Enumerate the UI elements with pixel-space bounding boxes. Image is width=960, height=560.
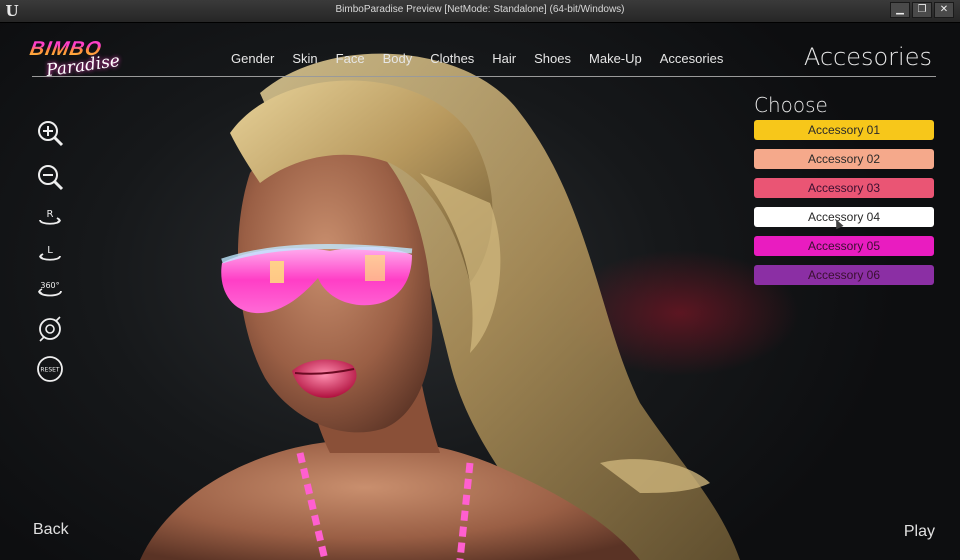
zoom-out-icon: [38, 165, 64, 191]
rotate-right-icon: R: [39, 209, 61, 225]
rotate-right-button[interactable]: R: [36, 203, 64, 231]
maximize-button[interactable]: ❐: [912, 2, 932, 18]
nav-item-accesories[interactable]: Accesories: [651, 51, 733, 66]
nav-item-skin[interactable]: Skin: [283, 51, 326, 66]
nav-item-face[interactable]: Face: [327, 51, 374, 66]
reset-button[interactable]: RESET: [36, 355, 64, 383]
camera-icon: [39, 316, 61, 342]
screenshot-button[interactable]: [36, 315, 64, 343]
nav-item-body[interactable]: Body: [374, 51, 422, 66]
rotate-360-glyph: 360°: [40, 281, 59, 290]
zoom-in-button[interactable]: [36, 119, 64, 147]
rotate-360-button[interactable]: 360°: [36, 275, 64, 303]
reset-glyph: RESET: [40, 367, 60, 374]
play-button[interactable]: Play: [904, 523, 935, 541]
game-logo: BIMBO Paradise: [28, 38, 140, 81]
accessory-06-button[interactable]: Accessory 06: [754, 265, 934, 285]
rotate-360-icon: 360°: [38, 281, 62, 297]
accessory-05-button[interactable]: Accessory 05: [754, 236, 934, 256]
choose-label: Choose: [754, 93, 828, 117]
rotate-left-glyph: L: [47, 245, 53, 256]
nav-item-shoes[interactable]: Shoes: [525, 51, 580, 66]
accessory-04-button[interactable]: Accessory 04: [754, 207, 934, 227]
category-nav: Gender Skin Face Body Clothes Hair Shoes…: [222, 51, 732, 66]
window-controls: ▁ ❐ ✕: [890, 2, 954, 18]
nav-item-clothes[interactable]: Clothes: [421, 51, 483, 66]
accessory-01-button[interactable]: Accessory 01: [754, 120, 934, 140]
accessory-02-button[interactable]: Accessory 02: [754, 149, 934, 169]
rotate-left-button[interactable]: L: [36, 239, 64, 267]
back-button[interactable]: Back: [33, 521, 69, 539]
nav-item-gender[interactable]: Gender: [222, 51, 283, 66]
nav-item-makeup[interactable]: Make-Up: [580, 51, 651, 66]
game-viewport: BIMBO Paradise Gender Skin Face Body Clo…: [0, 23, 960, 560]
window-titlebar: U BimboParadise Preview [NetMode: Standa…: [0, 0, 960, 23]
rotate-right-glyph: R: [47, 209, 54, 220]
window-title: BimboParadise Preview [NetMode: Standalo…: [335, 4, 625, 15]
page-title: Accesories: [803, 43, 932, 71]
reset-icon: RESET: [37, 356, 63, 382]
zoom-in-icon: [38, 121, 64, 147]
close-button[interactable]: ✕: [934, 2, 954, 18]
zoom-out-button[interactable]: [36, 163, 64, 191]
accessory-03-button[interactable]: Accessory 03: [754, 178, 934, 198]
minimize-button[interactable]: ▁: [890, 2, 910, 18]
nav-divider: [32, 76, 936, 77]
rotate-left-icon: L: [39, 245, 61, 261]
nav-item-hair[interactable]: Hair: [483, 51, 525, 66]
